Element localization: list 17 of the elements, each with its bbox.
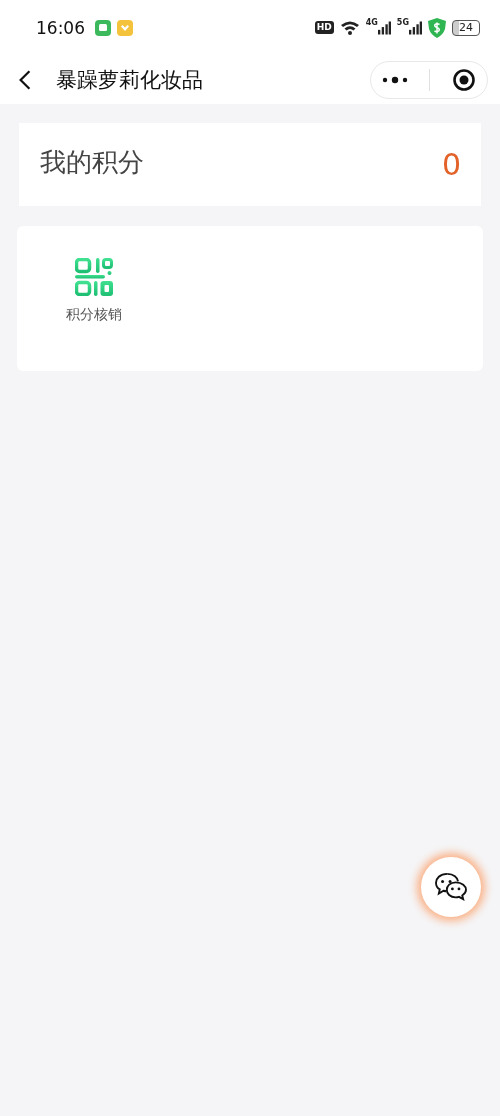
action-label[interactable]: 积分核销 [66,306,122,324]
more-icon[interactable] [381,75,408,84]
signal-icon [377,20,391,35]
chat-button[interactable] [421,857,481,917]
points-value: 0 [441,147,461,182]
chat-bubbles-icon [434,872,468,902]
hd-badge: HD [314,21,334,34]
points-label: 我的积分 [40,146,144,179]
page-title: 暴躁萝莉化妆品 [56,66,204,94]
wifi-icon [339,19,360,36]
shield-icon [428,17,446,38]
network-label: 4G [365,18,378,27]
back-icon[interactable] [18,68,32,91]
network-label: 5G [396,18,409,27]
battery-indicator: 24 [452,19,480,36]
signal-icon [409,20,422,35]
status-time: 16:06 [36,17,85,38]
